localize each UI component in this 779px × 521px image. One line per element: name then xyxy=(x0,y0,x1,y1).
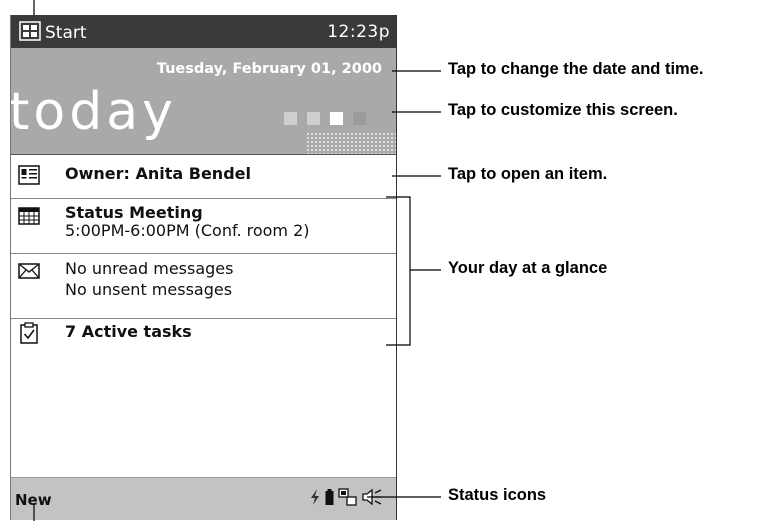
callout-status-icons: Status icons xyxy=(448,486,547,504)
callout-day-glance: Your day at a glance xyxy=(448,259,608,277)
callout-open-item: Tap to open an item. xyxy=(448,165,608,183)
callout-customize: Tap to customize this screen. xyxy=(448,101,678,119)
figure: Start 12:23p Tuesday, February 01, 2000 … xyxy=(0,0,779,521)
callout-date-time: Tap to change the date and time. xyxy=(448,60,704,78)
glance-bracket xyxy=(386,196,441,346)
